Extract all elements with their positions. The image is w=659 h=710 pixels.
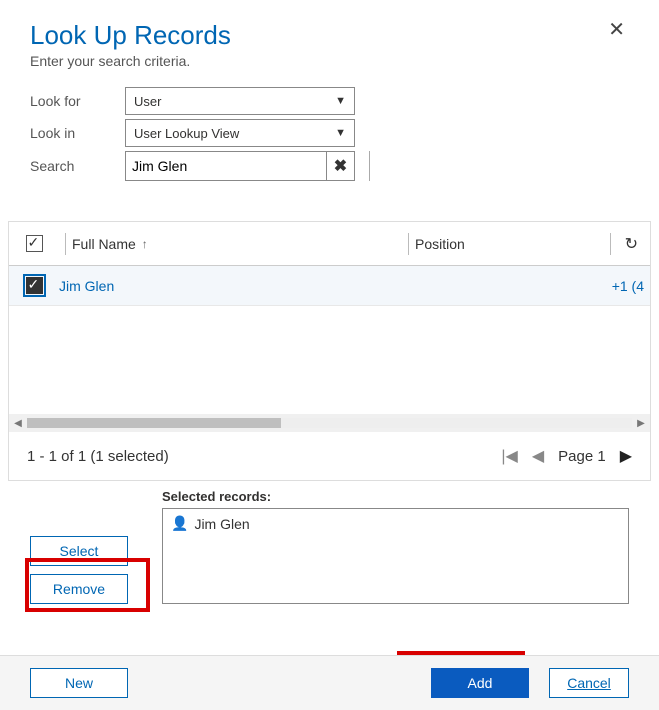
table-row[interactable]: Jim Glen +1 (4 <box>9 266 650 306</box>
clear-search-icon[interactable]: ✖ <box>326 152 354 180</box>
divider <box>369 151 370 181</box>
selected-record-item[interactable]: 👤 Jim Glen <box>171 515 620 532</box>
dialog-subtitle: Enter your search criteria. <box>30 53 231 69</box>
horizontal-scrollbar[interactable]: ◀ ▶ <box>9 414 650 432</box>
page-label: Page 1 <box>558 448 606 465</box>
next-page-icon[interactable]: ▶ <box>620 446 632 466</box>
select-button[interactable]: Select <box>30 536 128 566</box>
selected-item-name: Jim Glen <box>194 516 249 532</box>
column-label: Full Name <box>72 236 136 252</box>
remove-button[interactable]: Remove <box>30 574 128 604</box>
dialog-title: Look Up Records <box>30 20 231 51</box>
scroll-right-icon[interactable]: ▶ <box>632 418 650 429</box>
refresh-icon[interactable]: ↻ <box>625 234 638 254</box>
column-header-full-name[interactable]: Full Name ↑ <box>72 236 402 252</box>
chevron-down-icon: ▼ <box>335 127 346 139</box>
results-grid: Full Name ↑ Position ↻ Jim Glen +1 (4 ◀ … <box>8 221 651 481</box>
look-for-select[interactable]: User ▼ <box>125 87 355 115</box>
selected-records-label: Selected records: <box>162 489 629 504</box>
search-label: Search <box>30 158 125 174</box>
look-in-value: User Lookup View <box>134 126 239 141</box>
prev-page-icon[interactable]: ◀ <box>532 446 544 466</box>
cancel-button[interactable]: Cancel <box>549 668 629 698</box>
new-button[interactable]: New <box>30 668 128 698</box>
first-page-icon[interactable]: |◀ <box>501 446 517 466</box>
search-input[interactable] <box>126 152 326 180</box>
look-for-label: Look for <box>30 93 125 109</box>
select-all-checkbox[interactable] <box>26 235 43 252</box>
grid-empty-area <box>9 306 650 414</box>
scroll-left-icon[interactable]: ◀ <box>9 418 27 429</box>
scrollbar-thumb[interactable] <box>27 418 281 428</box>
add-button[interactable]: Add <box>431 668 529 698</box>
look-for-value: User <box>134 94 161 109</box>
person-icon: 👤 <box>171 515 188 532</box>
column-header-position[interactable]: Position <box>415 236 525 252</box>
pager-status: 1 - 1 of 1 (1 selected) <box>27 448 501 465</box>
look-in-select[interactable]: User Lookup View ▼ <box>125 119 355 147</box>
column-label: Position <box>415 236 465 252</box>
chevron-down-icon: ▼ <box>335 95 346 107</box>
sort-asc-icon: ↑ <box>142 237 148 251</box>
close-icon[interactable]: ✕ <box>604 20 629 40</box>
selected-records-box[interactable]: 👤 Jim Glen <box>162 508 629 604</box>
row-full-name[interactable]: Jim Glen <box>59 278 389 294</box>
look-in-label: Look in <box>30 125 125 141</box>
row-phone: +1 (4 <box>499 278 650 294</box>
row-checkbox[interactable] <box>26 277 43 294</box>
